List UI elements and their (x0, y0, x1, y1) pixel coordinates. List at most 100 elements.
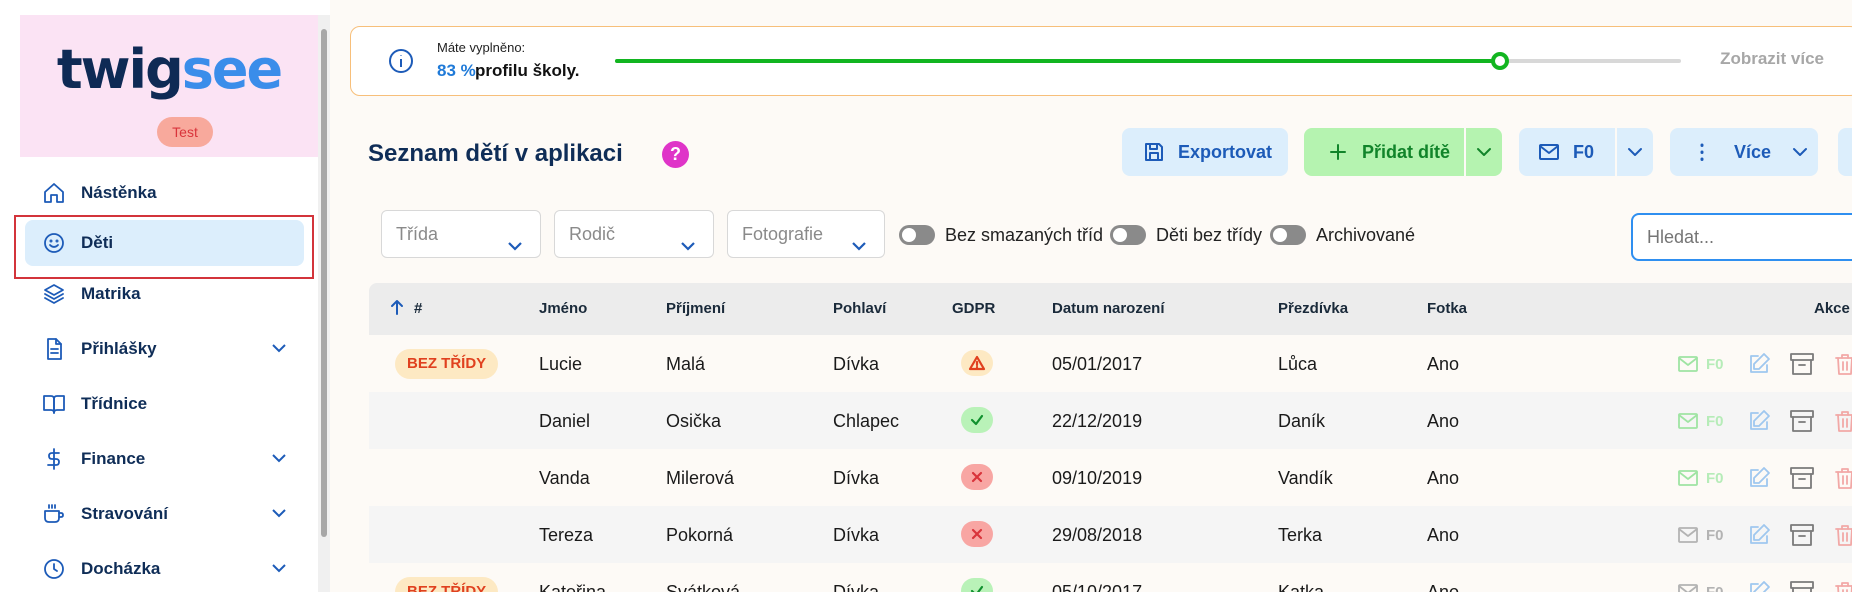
sidebar-item-label: Finance (81, 448, 146, 468)
trash-icon[interactable] (1832, 351, 1852, 377)
add-child-dropdown-button[interactable] (1466, 128, 1502, 176)
col-first-name[interactable]: Jméno (539, 300, 587, 317)
col-date-of-birth[interactable]: Datum narození (1052, 300, 1165, 317)
edit-icon[interactable] (1746, 522, 1772, 548)
add-child-button[interactable]: Přidat dítě (1304, 128, 1464, 176)
chevron-down-icon[interactable] (270, 504, 288, 522)
sidebar-item-label: Docházka (81, 558, 161, 578)
archive-icon[interactable] (1788, 578, 1816, 592)
archive-icon[interactable] (1788, 521, 1816, 549)
cup-icon (42, 502, 66, 526)
archive-icon[interactable] (1788, 464, 1816, 492)
col-number[interactable]: # (414, 300, 422, 317)
table-body: BEZ TŘÍDY Lucie Malá Dívka 05/01/2017 Lůca Ano… (369, 335, 1852, 592)
cell-photo: Ano (1427, 411, 1460, 431)
book-icon (42, 392, 66, 416)
toggle-switch[interactable] (1270, 225, 1306, 245)
send-f0-button[interactable]: F0 (1676, 580, 1724, 592)
f0-mail-button[interactable]: F0 (1519, 128, 1615, 176)
cell-last-name: Milerová (666, 468, 735, 488)
row-actions: F0 (1676, 351, 1852, 377)
table-row[interactable]: Daniel Osička Chlapec 22/12/2019 Daník Ano F0 (369, 392, 1852, 449)
toggle-label: Archivované (1316, 224, 1416, 245)
trash-icon[interactable] (1832, 408, 1852, 434)
search-input[interactable] (1631, 213, 1852, 261)
extra-button[interactable] (1838, 128, 1852, 176)
edit-icon[interactable] (1746, 465, 1772, 491)
more-dropdown-button[interactable] (1782, 128, 1818, 176)
sidebar-item-stravovani[interactable]: Stravování (20, 486, 318, 541)
cell-date-of-birth: 05/01/2017 (1052, 354, 1143, 374)
env-badge: Test (157, 117, 213, 147)
send-f0-button[interactable]: F0 (1676, 466, 1724, 490)
scrollbar-thumb[interactable] (321, 29, 327, 537)
trash-icon[interactable] (1832, 522, 1852, 548)
f0-dropdown-button[interactable] (1617, 128, 1653, 176)
cell-nickname: Daník (1278, 411, 1326, 431)
row-actions: F0 (1676, 408, 1852, 434)
home-icon (42, 181, 66, 205)
send-f0-button[interactable]: F0 (1676, 352, 1724, 376)
toggle-children-without-class[interactable]: Děti bez třídy (1110, 225, 1262, 245)
toggle-switch[interactable] (1110, 225, 1146, 245)
sidebar-item-dochazka[interactable]: Docházka (20, 541, 318, 592)
cell-nickname: Vandík (1278, 468, 1333, 488)
cell-nickname: Lůca (1278, 354, 1318, 374)
chevron-down-icon[interactable] (270, 559, 288, 577)
cell-date-of-birth: 05/10/2017 (1052, 582, 1143, 592)
help-icon[interactable]: ? (662, 141, 689, 168)
cell-last-name: Malá (666, 354, 706, 374)
sidebar-item-tridnice[interactable]: Třídnice (20, 376, 318, 431)
archive-icon[interactable] (1788, 407, 1816, 435)
send-f0-button[interactable]: F0 (1676, 409, 1724, 433)
logo[interactable]: twigsee (20, 43, 318, 97)
trash-icon[interactable] (1832, 579, 1852, 592)
col-gdpr[interactable]: GDPR (952, 300, 995, 317)
table-row[interactable]: Tereza Pokorná Dívka 29/08/2018 Terka Ano F0 (369, 506, 1852, 563)
sidebar-item-finance[interactable]: Finance (20, 431, 318, 486)
sidebar-scrollbar[interactable] (318, 15, 330, 592)
chevron-down-icon[interactable] (270, 339, 288, 357)
more-button[interactable]: Více (1670, 128, 1795, 176)
toggle-label: Bez smazaných tříd (945, 224, 1104, 245)
plus-icon (1330, 144, 1346, 160)
parent-filter-select[interactable]: Rodič (554, 210, 714, 258)
mail-icon (1678, 356, 1698, 372)
edit-icon[interactable] (1746, 579, 1772, 592)
dots-vertical-icon (1700, 143, 1704, 161)
cell-date-of-birth: 29/08/2018 (1052, 525, 1143, 545)
edit-icon[interactable] (1746, 408, 1772, 434)
gdpr-no-icon (961, 464, 993, 490)
toggle-label: Děti bez třídy (1156, 224, 1263, 245)
export-button[interactable]: Exportovat (1122, 128, 1288, 176)
cell-nickname: Katka (1278, 582, 1325, 592)
sort-arrow-up-icon[interactable] (389, 298, 405, 320)
toggle-switch[interactable] (899, 225, 935, 245)
archive-icon[interactable] (1788, 350, 1816, 378)
class-filter-select[interactable]: Třída (381, 210, 541, 258)
table-row[interactable]: BEZ TŘÍDY Kateřina Svátková Dívka 05/10/2017… (369, 563, 1852, 592)
col-nickname[interactable]: Přezdívka (1278, 300, 1348, 317)
table-header: # Jméno Příjmení Pohlaví GDPR Datum naro… (369, 283, 1852, 335)
toggle-no-deleted-classes[interactable]: Bez smazaných tříd (899, 225, 1103, 245)
sidebar-item-prihlasky[interactable]: Přihlášky (20, 321, 318, 376)
col-last-name[interactable]: Příjmení (666, 300, 725, 317)
export-label: Exportovat (1178, 141, 1273, 162)
toggle-archived[interactable]: Archivované (1270, 225, 1415, 245)
table-row[interactable]: BEZ TŘÍDY Lucie Malá Dívka 05/01/2017 Lůca Ano… (369, 335, 1852, 392)
trash-icon[interactable] (1832, 465, 1852, 491)
col-gender[interactable]: Pohlaví (833, 300, 886, 317)
parent-filter-placeholder: Rodič (569, 224, 616, 244)
photo-filter-select[interactable]: Fotografie (727, 210, 885, 258)
sidebar-item-label: Třídnice (81, 393, 148, 413)
sidebar-item-nastenka[interactable]: Nástěnka (20, 165, 318, 220)
edit-icon[interactable] (1746, 351, 1772, 377)
page-title: Seznam dětí v aplikaci (368, 140, 623, 167)
show-more-link[interactable]: Zobrazit více (1720, 49, 1824, 69)
chevron-down-icon (679, 226, 697, 251)
col-photo[interactable]: Fotka (1427, 300, 1467, 317)
chevron-down-icon[interactable] (270, 449, 288, 467)
sidebar: twigsee Test Nástěnka Děti Matrika Přihl… (0, 0, 330, 592)
table-row[interactable]: Vanda Milerová Dívka 09/10/2019 Vandík Ano F0 (369, 449, 1852, 506)
send-f0-button[interactable]: F0 (1676, 523, 1724, 547)
